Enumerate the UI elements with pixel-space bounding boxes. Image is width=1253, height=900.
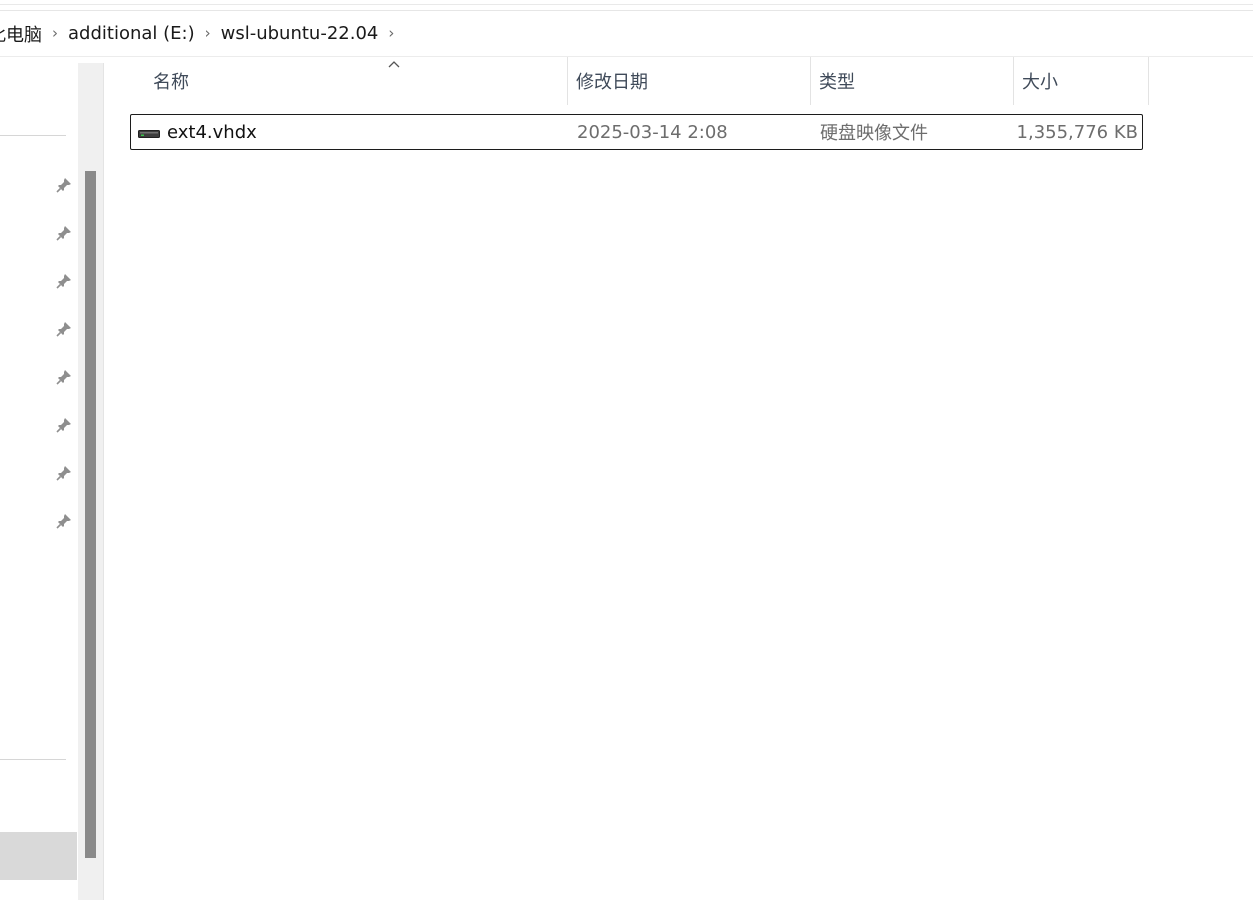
column-header-date-label: 修改日期 — [576, 72, 648, 93]
column-header-size[interactable]: 大小 — [1014, 57, 1149, 105]
pin-icon[interactable] — [53, 222, 75, 244]
column-header-name-label: 名称 — [153, 72, 189, 93]
file-date: 2025-03-14 2:08 — [577, 121, 728, 143]
column-header-name[interactable]: 名称 — [145, 57, 568, 105]
file-list: 名称 修改日期 类型 大小 ext4.vhdx 2025-03-14 2:08 … — [105, 57, 1253, 900]
chevron-right-icon[interactable]: › — [388, 24, 394, 42]
navigation-pane — [0, 57, 78, 900]
pin-icon[interactable] — [53, 366, 75, 388]
disk-image-icon — [138, 125, 160, 139]
file-size: 1,355,776 KB — [1016, 121, 1138, 143]
pin-icon[interactable] — [53, 510, 75, 532]
breadcrumb[interactable]: 此电脑 › additional (E:) › wsl-ubuntu-22.04… — [0, 11, 1253, 57]
nav-divider — [0, 759, 66, 760]
chevron-right-icon[interactable]: › — [205, 24, 211, 42]
breadcrumb-this-pc[interactable]: 此电脑 — [0, 21, 44, 47]
column-headers: 名称 修改日期 类型 大小 — [105, 57, 1153, 105]
column-header-type-label: 类型 — [819, 72, 855, 93]
chevron-right-icon[interactable]: › — [52, 24, 58, 42]
pin-icon[interactable] — [53, 414, 75, 436]
breadcrumb-folder[interactable]: wsl-ubuntu-22.04 — [219, 23, 381, 44]
title-bar-edge — [0, 0, 1253, 11]
column-header-date[interactable]: 修改日期 — [568, 57, 811, 105]
nav-scrollbar[interactable] — [78, 63, 104, 900]
nav-divider — [0, 135, 66, 136]
pin-icon[interactable] — [53, 270, 75, 292]
scrollbar-thumb[interactable] — [85, 171, 96, 858]
sort-ascending-icon — [387, 55, 401, 69]
file-type: 硬盘映像文件 — [820, 123, 928, 144]
breadcrumb-drive-e[interactable]: additional (E:) — [66, 23, 197, 44]
column-header-size-label: 大小 — [1022, 72, 1058, 93]
table-row[interactable]: ext4.vhdx 2025-03-14 2:08 硬盘映像文件 1,355,7… — [130, 114, 1143, 150]
file-name[interactable]: ext4.vhdx — [167, 122, 257, 143]
title-bar-line — [0, 4, 1253, 5]
column-header-type[interactable]: 类型 — [811, 57, 1014, 105]
file-name-cell[interactable]: ext4.vhdx — [138, 115, 257, 149]
pin-icon[interactable] — [53, 174, 75, 196]
nav-selected-item[interactable] — [0, 832, 77, 880]
pin-icon[interactable] — [53, 318, 75, 340]
pin-icon[interactable] — [53, 462, 75, 484]
